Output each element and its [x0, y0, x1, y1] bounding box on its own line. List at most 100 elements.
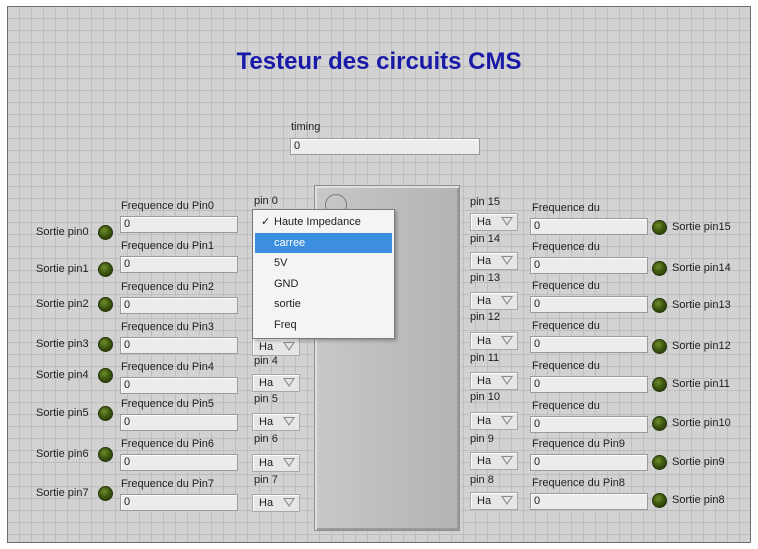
- sortie-pin3-label: Sortie pin3: [36, 338, 89, 350]
- freq-pin0-field[interactable]: 0: [120, 216, 238, 233]
- freq-pin11-field[interactable]: 0: [530, 376, 648, 393]
- freq-pin5-field[interactable]: 0: [120, 414, 238, 431]
- menu-item-5v[interactable]: 5V: [253, 253, 394, 274]
- freq-pin10-label: Frequence du: [532, 400, 600, 412]
- freq-pin13-label: Frequence du: [532, 280, 600, 292]
- pin15-mode-select[interactable]: Ha: [470, 213, 518, 231]
- sortie-pin6-led: [98, 447, 113, 462]
- freq-pin12-label: Frequence du: [532, 320, 600, 332]
- pin10-mode-label: pin 10: [470, 391, 500, 403]
- sortie-pin9-label: Sortie pin9: [672, 456, 725, 468]
- pin8-mode-select[interactable]: Ha: [470, 492, 518, 510]
- pin13-mode-label: pin 13: [470, 272, 500, 284]
- freq-pin1-field[interactable]: 0: [120, 256, 238, 273]
- sortie-pin3-led: [98, 337, 113, 352]
- pin3-mode-value: Ha: [259, 341, 274, 353]
- pin5-mode-value: Ha: [259, 416, 274, 428]
- freq-pin9-field[interactable]: 0: [530, 454, 648, 471]
- pin6-mode-select[interactable]: Ha: [252, 454, 300, 472]
- pin12-mode-value: Ha: [477, 335, 492, 347]
- sortie-pin14-label: Sortie pin14: [672, 262, 731, 274]
- pin13-mode-select[interactable]: Ha: [470, 292, 518, 310]
- sortie-pin12-led: [652, 339, 667, 354]
- sortie-pin9-led: [652, 455, 667, 470]
- chevron-down-icon: [501, 496, 513, 505]
- freq-pin11-label: Frequence du: [532, 360, 600, 372]
- menu-item-label: Haute Impedance: [274, 216, 361, 228]
- page-title: Testeur des circuits CMS: [236, 48, 522, 75]
- freq-pin2-field[interactable]: 0: [120, 297, 238, 314]
- pin0-mode-label: pin 0: [254, 195, 278, 207]
- freq-pin5-label: Frequence du Pin5: [121, 398, 214, 410]
- chevron-down-icon: [283, 417, 295, 426]
- sortie-pin0-led: [98, 225, 113, 240]
- sortie-pin11-led: [652, 377, 667, 392]
- pin12-mode-select[interactable]: Ha: [470, 332, 518, 350]
- freq-pin15-field[interactable]: 0: [530, 218, 648, 235]
- check-icon: ✓: [261, 216, 271, 228]
- menu-item-freq[interactable]: Freq: [253, 315, 394, 336]
- freq-pin8-field[interactable]: 0: [530, 493, 648, 510]
- sortie-pin5-label: Sortie pin5: [36, 407, 89, 419]
- sortie-pin14-led: [652, 261, 667, 276]
- freq-pin15-label: Frequence du: [532, 202, 600, 214]
- sortie-pin15-label: Sortie pin15: [672, 221, 731, 233]
- freq-pin12-field[interactable]: 0: [530, 336, 648, 353]
- menu-item-label: carree: [274, 236, 306, 249]
- sortie-pin2-led: [98, 297, 113, 312]
- pin3-mode-select[interactable]: Ha: [252, 338, 300, 356]
- pin4-mode-select[interactable]: Ha: [252, 374, 300, 392]
- pin6-mode-label: pin 6: [254, 433, 278, 445]
- menu-item-label: sortie: [274, 298, 301, 310]
- pin10-mode-value: Ha: [477, 415, 492, 427]
- pin9-mode-select[interactable]: Ha: [470, 452, 518, 470]
- menu-item-label: GND: [274, 277, 299, 290]
- menu-item-sortie[interactable]: sortie: [253, 294, 394, 315]
- freq-pin14-label: Frequence du: [532, 241, 600, 253]
- freq-pin0-label: Frequence du Pin0: [121, 200, 214, 212]
- chevron-down-icon: [283, 458, 295, 467]
- sortie-pin10-label: Sortie pin10: [672, 417, 731, 429]
- sortie-pin1-label: Sortie pin1: [36, 263, 89, 275]
- freq-pin3-label: Frequence du Pin3: [121, 321, 214, 333]
- pin8-mode-label: pin 8: [470, 474, 494, 486]
- freq-pin2-label: Frequence du Pin2: [121, 281, 214, 293]
- menu-item-carree[interactable]: carree: [255, 232, 392, 253]
- pin13-mode-value: Ha: [477, 295, 492, 307]
- sortie-pin13-led: [652, 298, 667, 313]
- pin4-mode-label: pin 4: [254, 355, 278, 367]
- freq-pin3-field[interactable]: 0: [120, 337, 238, 354]
- freq-pin14-field[interactable]: 0: [530, 257, 648, 274]
- chevron-down-icon: [501, 256, 513, 265]
- pin10-mode-select[interactable]: Ha: [470, 412, 518, 430]
- sortie-pin6-label: Sortie pin6: [36, 448, 89, 460]
- sortie-pin12-label: Sortie pin12: [672, 340, 731, 352]
- freq-pin13-field[interactable]: 0: [530, 296, 648, 313]
- freq-pin7-field[interactable]: 0: [120, 494, 238, 511]
- sortie-pin5-led: [98, 406, 113, 421]
- freq-pin7-label: Frequence du Pin7: [121, 478, 214, 490]
- pin14-mode-label: pin 14: [470, 233, 500, 245]
- freq-pin6-field[interactable]: 0: [120, 454, 238, 471]
- timing-field[interactable]: 0: [290, 138, 480, 155]
- sortie-pin4-label: Sortie pin4: [36, 369, 89, 381]
- chevron-down-icon: [501, 376, 513, 385]
- chevron-down-icon: [283, 342, 295, 351]
- pin5-mode-select[interactable]: Ha: [252, 413, 300, 431]
- menu-item-haute-impedance[interactable]: ✓ Haute Impedance: [253, 212, 394, 233]
- freq-pin4-field[interactable]: 0: [120, 377, 238, 394]
- menu-item-gnd[interactable]: GND: [253, 274, 394, 295]
- timing-label: timing: [291, 121, 321, 133]
- pin7-mode-select[interactable]: Ha: [252, 494, 300, 512]
- pin15-mode-label: pin 15: [470, 196, 500, 208]
- pin0-mode-dropdown-menu[interactable]: ✓ Haute Impedance carree 5V GND sortie Freq: [252, 209, 395, 339]
- sortie-pin13-label: Sortie pin13: [672, 299, 731, 311]
- chevron-down-icon: [501, 217, 513, 226]
- freq-pin10-field[interactable]: 0: [530, 416, 648, 433]
- pin11-mode-select[interactable]: Ha: [470, 372, 518, 390]
- pin9-mode-label: pin 9: [470, 433, 494, 445]
- sortie-pin10-led: [652, 416, 667, 431]
- sortie-pin8-led: [652, 493, 667, 508]
- pin14-mode-select[interactable]: Ha: [470, 252, 518, 270]
- sortie-pin4-led: [98, 368, 113, 383]
